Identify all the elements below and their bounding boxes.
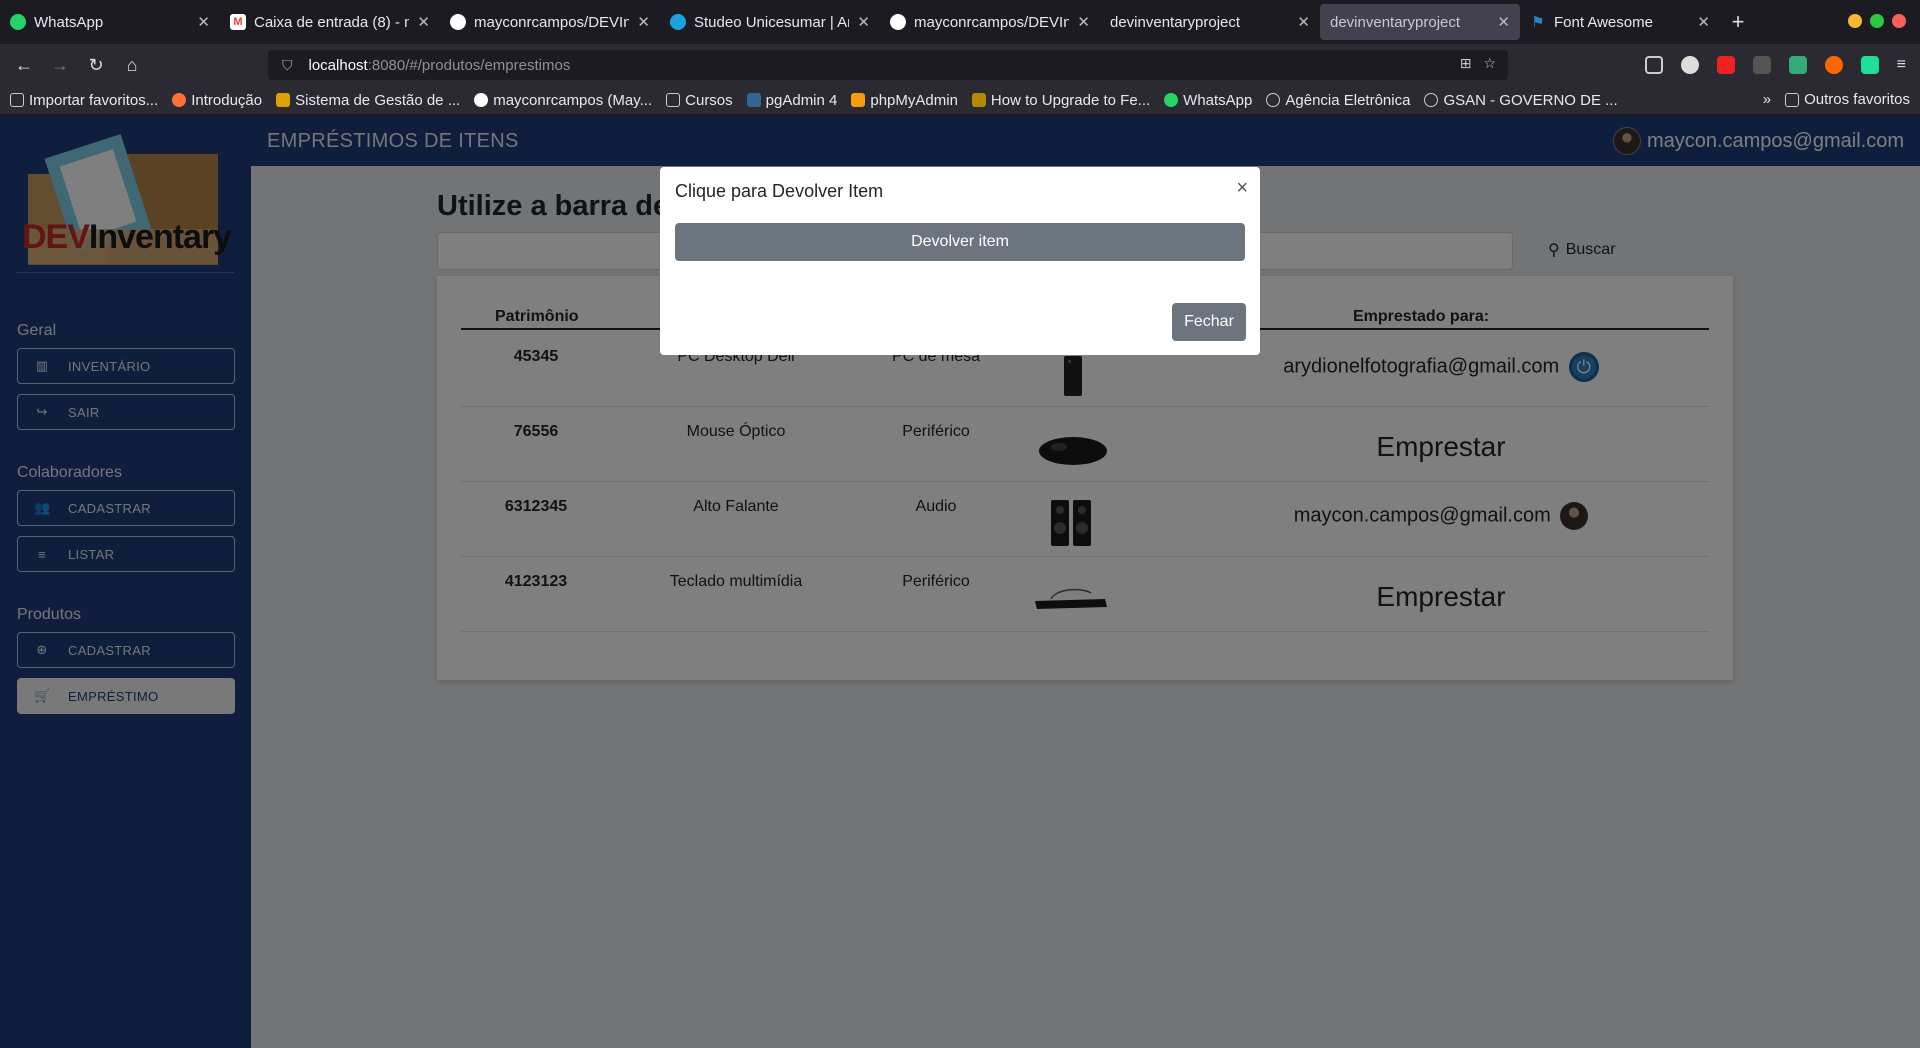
bookmark-label: Introdução <box>191 91 263 109</box>
github-icon <box>474 93 489 107</box>
return-item-modal: Clique para Devolver Item × Devolver ite… <box>660 167 1260 355</box>
gmail-icon: M <box>230 14 246 30</box>
tab-title: Studeo Unicesumar | Am <box>694 13 850 31</box>
close-icon[interactable]: × <box>1236 177 1248 200</box>
url-bar[interactable]: ⛉ localhost:8080/#/produtos/emprestimos … <box>268 50 1508 80</box>
bookmark-label: Sistema de Gestão de ... <box>295 91 461 109</box>
bookmark-label: Cursos <box>685 91 733 109</box>
home-icon[interactable]: ⌂ <box>114 55 150 76</box>
bookmark-label: Agência Eletrônica <box>1285 91 1411 109</box>
bookmark[interactable]: Introdução <box>172 92 262 109</box>
maximize-icon[interactable] <box>1870 14 1884 28</box>
close-modal-button[interactable]: Fechar <box>1172 303 1246 341</box>
tab-title: Font Awesome <box>1554 13 1653 31</box>
tab-title: mayconrcampos/DEVInv <box>474 13 630 31</box>
browser-tab[interactable]: mayconrcampos/DEVInv ✕ <box>880 0 1100 44</box>
extension-icon[interactable] <box>1788 56 1807 74</box>
bookmarks-bar: Importar favoritos... Introdução Sistema… <box>0 86 1920 114</box>
vue-devtools-icon[interactable] <box>1860 56 1879 74</box>
browser-tab[interactable]: devinventaryproject ✕ <box>1100 0 1320 44</box>
browser-tab[interactable]: ⚑ Font Awesome ✕ <box>1520 0 1720 44</box>
close-icon[interactable]: ✕ <box>197 13 210 31</box>
menu-icon[interactable]: ≡ <box>1897 56 1906 74</box>
tab-title: Caixa de entrada (8) - ma <box>254 13 410 31</box>
bookmark[interactable]: Sistema de Gestão de ... <box>276 92 460 109</box>
bookmark-label: Outros favoritos <box>1804 91 1910 108</box>
close-icon[interactable]: ✕ <box>637 13 650 31</box>
whatsapp-icon <box>1164 93 1179 107</box>
new-tab-icon[interactable]: + <box>1720 9 1756 35</box>
extension-icon[interactable] <box>1824 56 1843 74</box>
bookmark[interactable]: phpMyAdmin <box>851 92 958 109</box>
tab-title: devinventaryproject <box>1330 13 1461 31</box>
import-icon <box>10 93 24 107</box>
reload-icon[interactable]: ↻ <box>78 55 114 76</box>
close-window-icon[interactable] <box>1892 14 1906 28</box>
pdf-extension-icon[interactable] <box>1716 56 1735 74</box>
bookmark[interactable]: Agência Eletrônica <box>1266 92 1410 109</box>
bookmark[interactable]: GSAN - GOVERNO DE ... <box>1424 91 1618 109</box>
bookmark[interactable]: Importar favoritos... <box>10 92 158 109</box>
phpmyadmin-icon <box>851 93 866 107</box>
pgadmin-icon <box>746 93 761 107</box>
bookmark-label: How to Upgrade to Fe... <box>990 91 1151 109</box>
pocket-icon[interactable] <box>1644 56 1663 74</box>
m-extension-icon[interactable] <box>1680 56 1699 74</box>
minimize-icon[interactable] <box>1848 14 1862 28</box>
close-icon[interactable]: ✕ <box>1497 13 1510 31</box>
extension-icons: ≡ <box>1644 56 1906 74</box>
globe-icon <box>1266 93 1281 107</box>
return-item-button[interactable]: Devolver item <box>675 223 1245 261</box>
tab-title: mayconrcampos/DEVInv <box>914 13 1070 31</box>
url-host: localhost <box>308 56 368 74</box>
extension-icon[interactable] <box>1752 56 1771 74</box>
shield-icon: ⛉ <box>282 56 293 73</box>
url-path: :8080/#/produtos/emprestimos <box>367 56 571 74</box>
bookmarks-overflow-icon[interactable]: » <box>1763 91 1771 108</box>
close-icon[interactable]: ✕ <box>1297 13 1310 31</box>
github-icon <box>450 14 466 30</box>
bookmark-label: WhatsApp <box>1183 91 1253 109</box>
browser-tabbar: WhatsApp ✕ M Caixa de entrada (8) - ma ✕… <box>0 0 1920 44</box>
bookmark[interactable]: Cursos <box>666 92 733 109</box>
system-icon <box>276 93 291 107</box>
bookmark-label: pgAdmin 4 <box>765 91 838 109</box>
window-controls <box>1848 14 1906 28</box>
close-icon[interactable]: ✕ <box>1697 13 1710 31</box>
star-icon[interactable]: ☆ <box>1483 55 1496 72</box>
folder-icon <box>666 93 681 107</box>
browser-navbar: ← → ↻ ⌂ ⛉ localhost:8080/#/produtos/empr… <box>0 44 1920 86</box>
github-icon <box>890 14 906 30</box>
bookmark-label: phpMyAdmin <box>870 91 958 109</box>
tab-title: WhatsApp <box>34 13 104 31</box>
browser-tab[interactable]: Studeo Unicesumar | Am ✕ <box>660 0 880 44</box>
bookmark[interactable]: WhatsApp <box>1164 92 1252 109</box>
whatsapp-icon <box>10 14 26 30</box>
browser-tab[interactable]: mayconrcampos/DEVInv ✕ <box>440 0 660 44</box>
fedora-icon <box>971 93 986 107</box>
close-icon[interactable]: ✕ <box>857 13 870 31</box>
other-bookmarks[interactable]: Outros favoritos <box>1785 91 1910 108</box>
firefox-icon <box>172 93 187 107</box>
studeo-icon <box>670 14 686 30</box>
bookmark-label: mayconrcampos (May... <box>493 91 653 109</box>
folder-icon <box>1785 92 1800 107</box>
bookmark-label: GSAN - GOVERNO DE ... <box>1443 91 1618 109</box>
globe-icon <box>1424 93 1439 107</box>
bookmark[interactable]: How to Upgrade to Fe... <box>971 91 1151 109</box>
translate-icon[interactable]: ⊞ <box>1460 55 1472 72</box>
modal-title: Clique para Devolver Item <box>675 181 884 201</box>
flag-icon: ⚑ <box>1531 14 1545 31</box>
close-icon[interactable]: ✕ <box>417 13 430 31</box>
forward-icon[interactable]: → <box>42 55 78 76</box>
bookmark[interactable]: pgAdmin 4 <box>746 91 838 109</box>
close-icon[interactable]: ✕ <box>1077 13 1090 31</box>
bookmark[interactable]: mayconrcampos (May... <box>474 92 652 109</box>
browser-tab-active[interactable]: devinventaryproject ✕ <box>1320 4 1520 40</box>
bookmark-label: Importar favoritos... <box>29 91 159 109</box>
tab-title: devinventaryproject <box>1110 13 1241 31</box>
browser-tab[interactable]: M Caixa de entrada (8) - ma ✕ <box>220 0 440 44</box>
browser-tab[interactable]: WhatsApp ✕ <box>0 0 220 44</box>
back-icon[interactable]: ← <box>6 55 42 76</box>
